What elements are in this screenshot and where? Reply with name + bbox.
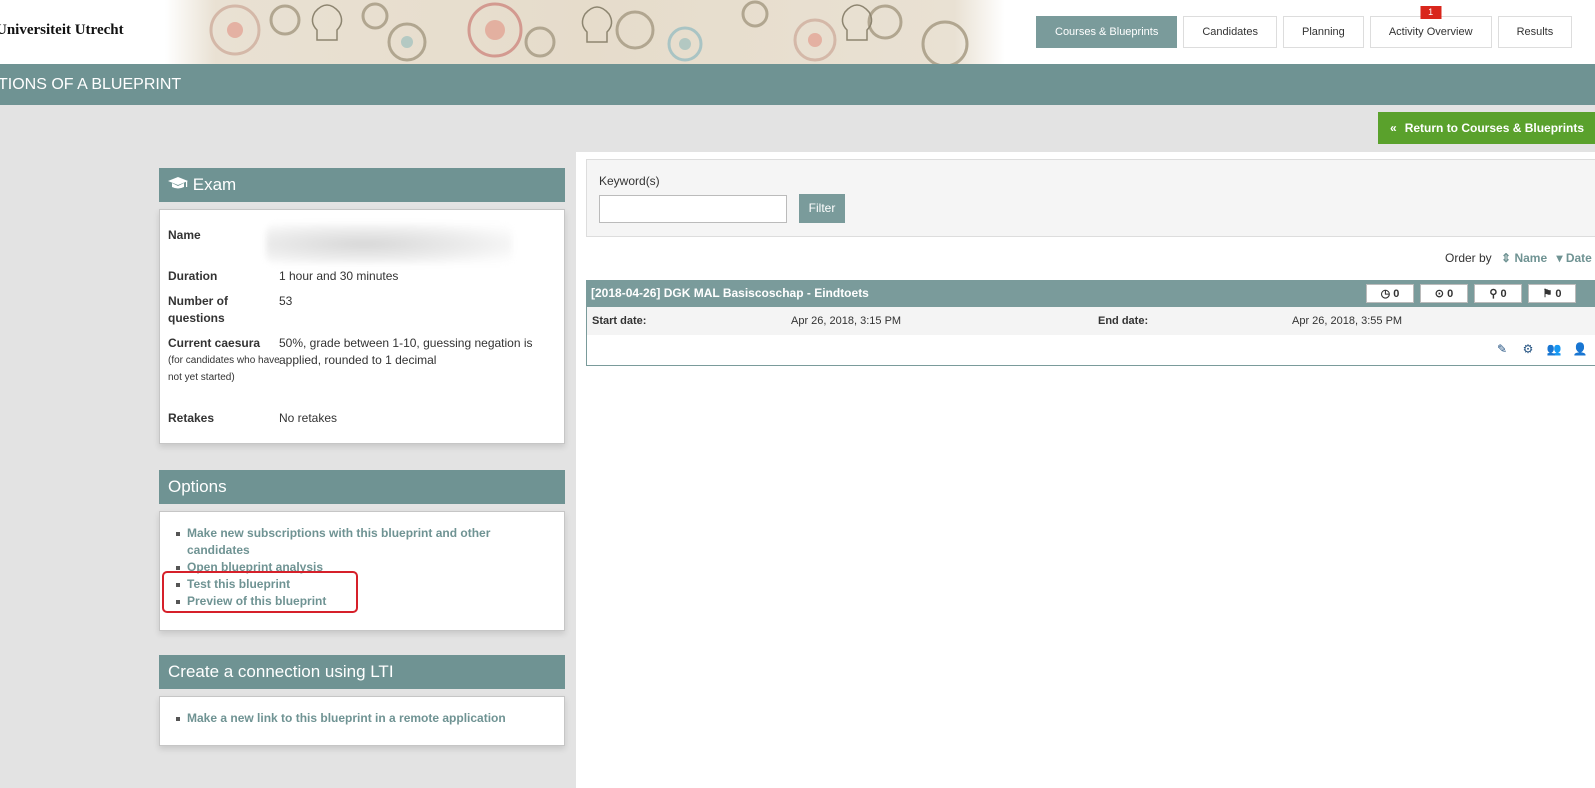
gears-decoration-icon <box>209 0 969 64</box>
questions-label: Number of questions <box>168 294 228 325</box>
lti-panel-header: Create a connection using LTI <box>159 655 565 689</box>
nav-planning[interactable]: Planning <box>1282 16 1364 48</box>
university-logo[interactable]: Universiteit Utrecht <box>0 22 124 39</box>
lti-new-link[interactable]: Make a new link to this blueprint in a r… <box>170 710 540 727</box>
count-review[interactable]: ⚲ 0 <box>1474 284 1522 303</box>
sort-by-date[interactable]: ▾ Date <box>1556 251 1591 265</box>
nav-label: Activity Overview <box>1388 26 1473 38</box>
sort-both-icon: ⇕ <box>1501 251 1512 265</box>
main-navigation: Courses & Blueprints Candidates Planning… <box>1036 6 1578 48</box>
sort-by-name[interactable]: ⇕ Name <box>1501 251 1547 265</box>
exam-panel-title: Exam <box>192 175 237 194</box>
clock-icon: ◷ <box>1380 288 1391 300</box>
nav-label: Courses & Blueprints <box>1055 26 1159 38</box>
caesura-note: (for candidates who have not yet started… <box>168 355 280 383</box>
option-new-subscriptions-link[interactable]: Make new subscriptions with this bluepri… <box>170 525 540 559</box>
caesura-label: Current caesura <box>168 336 261 350</box>
filter-box: Keyword(s) Filter <box>586 159 1595 237</box>
highlight-box <box>162 571 358 613</box>
sort-down-icon: ▾ <box>1556 251 1563 265</box>
nav-label: Candidates <box>1202 26 1258 38</box>
lti-list: Make a new link to this blueprint in a r… <box>170 710 540 727</box>
page-title-bar: TIONS OF A BLUEPRINT <box>0 64 1595 105</box>
sort-date-label: Date <box>1565 251 1592 265</box>
exam-list-item-header[interactable]: [2018-04-26] DGK MAL Basiscoschap - Eind… <box>586 280 1595 307</box>
nav-candidates[interactable]: Candidates <box>1183 16 1277 48</box>
exam-list-item-body: Start date: Apr 26, 2018, 3:15 PM End da… <box>586 307 1595 366</box>
keyword-input[interactable] <box>599 195 787 223</box>
top-bar: Universiteit Utrecht Courses & Blueprint… <box>0 0 1595 64</box>
group-icon[interactable]: 👥 <box>1543 341 1565 357</box>
duration-value: 1 hour and 30 minutes <box>279 269 399 283</box>
graduation-cap-icon <box>168 175 193 194</box>
count-value: 0 <box>1393 288 1400 300</box>
count-active[interactable]: ⊙ 0 <box>1420 284 1468 303</box>
start-date-value: Apr 26, 2018, 3:15 PM <box>791 315 902 327</box>
return-button-label: Return to Courses & Blueprints <box>1404 121 1585 135</box>
nav-label: Planning <box>1301 26 1345 38</box>
notification-badge: 1 <box>1420 6 1442 19</box>
name-label: Name <box>168 228 201 242</box>
count-finished[interactable]: ⚑ 0 <box>1528 284 1576 303</box>
caesura-label-block: Current caesura (for candidates who have… <box>168 335 280 386</box>
sort-name-label: Name <box>1514 251 1548 265</box>
end-date-value: Apr 26, 2018, 3:55 PM <box>1292 315 1403 327</box>
nav-results[interactable]: Results <box>1497 16 1573 48</box>
filter-button[interactable]: Filter <box>799 194 845 223</box>
keyword-label: Keyword(s) <box>599 174 660 188</box>
count-value: 0 <box>1447 288 1454 300</box>
lti-panel-body: Make a new link to this blueprint in a r… <box>159 696 565 746</box>
nav-courses-blueprints[interactable]: Courses & Blueprints <box>1036 16 1178 48</box>
exam-list-item-title: [2018-04-26] DGK MAL Basiscoschap - Eind… <box>591 286 869 300</box>
start-date-label: Start date: <box>592 315 647 327</box>
nav-label: Results <box>1516 26 1554 38</box>
options-panel-title: Options <box>168 477 227 496</box>
order-by: Order by ⇕ Name ▾ Date <box>1445 251 1592 265</box>
edit-icon[interactable]: ✎ <box>1491 341 1513 357</box>
exam-actions: ✎ ⚙ 👥 👤 <box>1491 341 1595 357</box>
page-title: TIONS OF A BLUEPRINT <box>0 76 182 93</box>
exam-dates: Start date: Apr 26, 2018, 3:15 PM End da… <box>587 307 1595 335</box>
main-content <box>576 152 1595 788</box>
play-circle-icon: ⊙ <box>1434 288 1445 300</box>
count-value: 0 <box>1555 288 1562 300</box>
settings-icon[interactable]: ⚙ <box>1517 341 1539 357</box>
duration-label: Duration <box>168 269 218 283</box>
search-icon: ⚲ <box>1489 288 1498 300</box>
questions-value: 53 <box>279 294 293 308</box>
count-waiting[interactable]: ◷ 0 <box>1366 284 1414 303</box>
exam-counts: ◷ 0 ⊙ 0 ⚲ 0 ⚑ 0 <box>1366 284 1582 303</box>
lti-panel-title: Create a connection using LTI <box>168 662 394 681</box>
redacted-exam-name <box>266 224 512 264</box>
order-by-label: Order by <box>1445 251 1492 265</box>
return-to-courses-button[interactable]: « Return to Courses & Blueprints <box>1378 112 1595 144</box>
double-chevron-left-icon: « <box>1390 121 1397 135</box>
flag-icon: ⚑ <box>1542 288 1553 300</box>
options-panel-header: Options <box>159 470 565 504</box>
gears-banner <box>165 0 1005 64</box>
exam-panel-header: Exam <box>159 168 565 202</box>
retakes-label: Retakes <box>168 411 215 425</box>
caesura-value: 50%, grade between 1-10, guessing negati… <box>279 336 533 367</box>
end-date-label: End date: <box>1098 315 1149 327</box>
count-value: 0 <box>1500 288 1507 300</box>
nav-activity-overview[interactable]: 1 Activity Overview <box>1369 6 1492 48</box>
user-settings-icon[interactable]: 👤 <box>1569 341 1591 357</box>
retakes-value: No retakes <box>279 411 338 425</box>
